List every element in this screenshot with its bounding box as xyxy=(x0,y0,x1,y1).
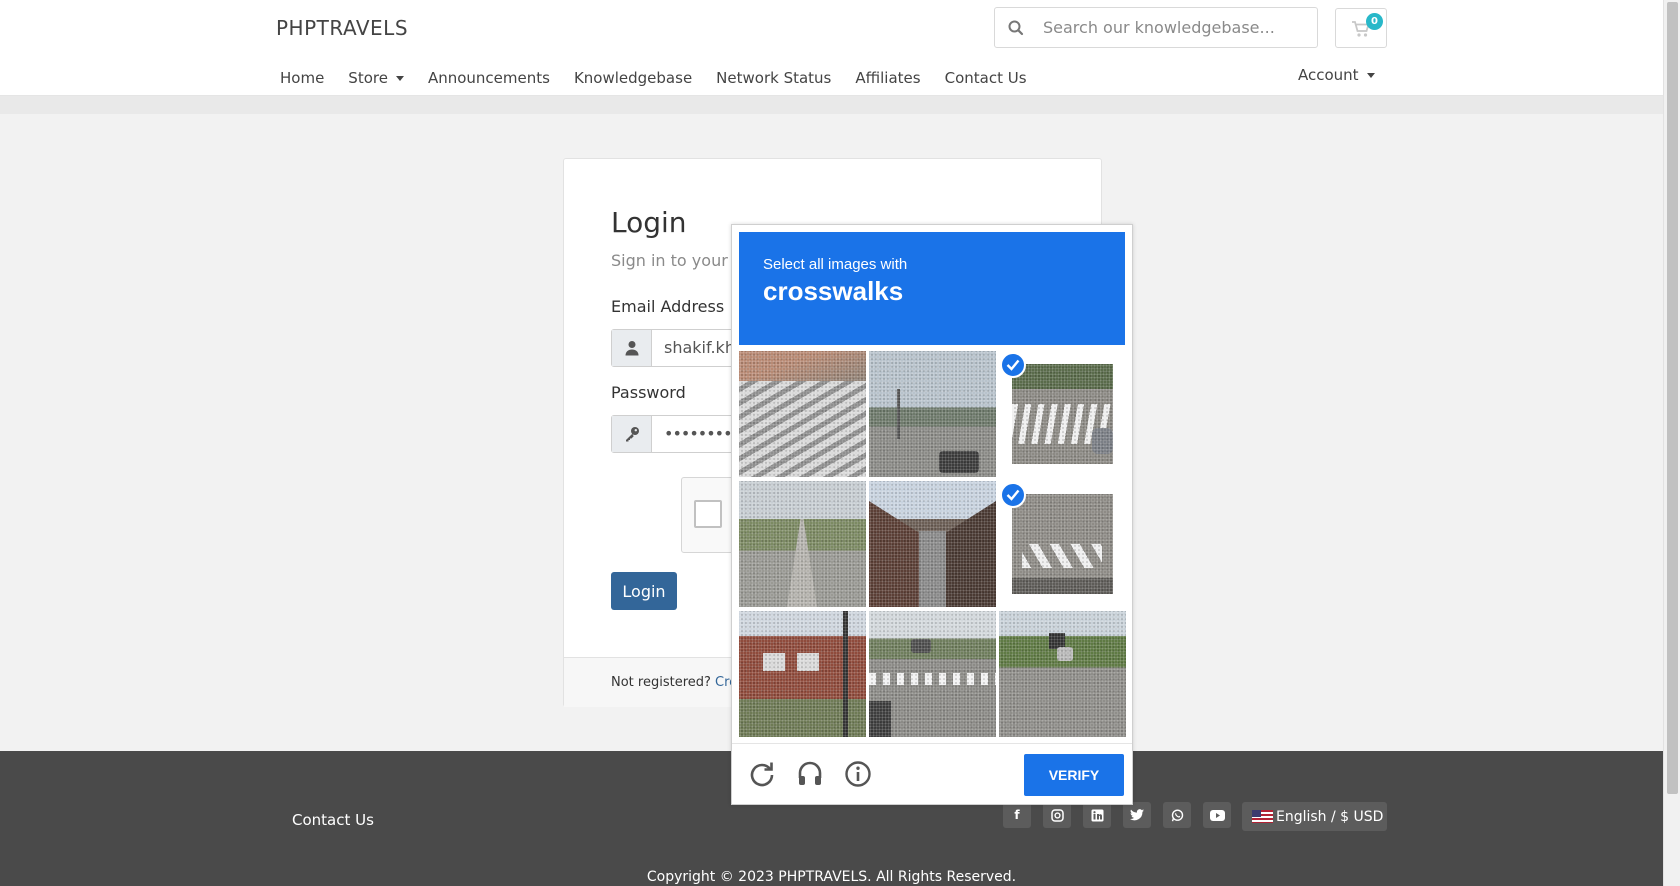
us-flag-icon xyxy=(1252,810,1273,823)
captcha-image-grid xyxy=(739,351,1126,737)
facebook-icon[interactable]: f xyxy=(1003,802,1031,828)
captcha-footer: VERIFY xyxy=(732,743,1132,805)
chevron-down-icon xyxy=(1366,72,1375,78)
password-addon xyxy=(612,416,652,452)
page-viewport: PHPTRAVELS 0 Home Store Announcements Kn… xyxy=(0,0,1663,886)
email-addon xyxy=(612,330,652,366)
info-icon[interactable] xyxy=(844,760,872,788)
brand-logo[interactable]: PHPTRAVELS xyxy=(276,16,408,40)
key-icon xyxy=(626,427,639,442)
nav-home[interactable]: Home xyxy=(280,66,324,90)
verify-button[interactable]: VERIFY xyxy=(1024,754,1124,796)
reload-icon[interactable] xyxy=(748,760,776,788)
captcha-header: Select all images with crosswalks xyxy=(739,232,1125,345)
chevron-down-icon xyxy=(395,75,404,81)
register-prompt: Not registered? Crea xyxy=(611,675,745,690)
nav-network-status[interactable]: Network Status xyxy=(716,66,831,90)
captcha-tile-2[interactable] xyxy=(869,351,996,477)
search-input[interactable] xyxy=(1043,8,1313,47)
recaptcha-checkbox[interactable] xyxy=(694,500,722,528)
captcha-tile-3[interactable] xyxy=(999,351,1126,477)
email-label: Email Address xyxy=(611,297,725,316)
scrollbar-thumb[interactable] xyxy=(1667,2,1678,794)
captcha-tile-5[interactable] xyxy=(869,481,996,607)
captcha-tile-9[interactable] xyxy=(999,611,1126,737)
captcha-challenge: Select all images with crosswalks VERIFY xyxy=(731,224,1133,805)
account-label: Account xyxy=(1298,66,1359,84)
email-value: shakif.kh xyxy=(664,338,735,357)
captcha-target: crosswalks xyxy=(763,276,904,306)
nav-store-label: Store xyxy=(348,69,388,87)
password-label: Password xyxy=(611,383,686,402)
captcha-tile-4[interactable] xyxy=(739,481,866,607)
captcha-instruction: Select all images with xyxy=(763,256,908,273)
instagram-icon[interactable] xyxy=(1043,802,1071,828)
language-label: English / $ USD xyxy=(1276,808,1384,825)
copyright-text: Copyright © 2023 PHPTRAVELS. All Rights … xyxy=(646,869,1017,885)
footer-contact-link[interactable]: Contact Us xyxy=(292,811,374,829)
captcha-tile-7[interactable] xyxy=(739,611,866,737)
youtube-icon[interactable] xyxy=(1203,802,1231,828)
cart-button[interactable]: 0 xyxy=(1335,8,1387,48)
cart-count-badge: 0 xyxy=(1366,13,1383,30)
nav-affiliates[interactable]: Affiliates xyxy=(855,66,920,90)
nav-store[interactable]: Store xyxy=(348,66,404,90)
language-currency-selector[interactable]: English / $ USD xyxy=(1242,802,1387,831)
selected-check-icon xyxy=(1000,352,1026,378)
audio-icon[interactable] xyxy=(796,760,824,788)
main-nav: Home Store Announcements Knowledgebase N… xyxy=(280,66,1051,90)
knowledgebase-search xyxy=(994,7,1318,48)
captcha-tile-8[interactable] xyxy=(869,611,996,737)
header-divider xyxy=(0,96,1663,114)
not-registered-text: Not registered? xyxy=(611,675,711,690)
search-icon xyxy=(1008,20,1024,36)
nav-announcements[interactable]: Announcements xyxy=(428,66,550,90)
top-navbar: PHPTRAVELS 0 Home Store Announcements Kn… xyxy=(0,0,1663,96)
nav-knowledgebase[interactable]: Knowledgebase xyxy=(574,66,692,90)
login-button[interactable]: Login xyxy=(611,572,677,610)
captcha-tile-6[interactable] xyxy=(999,481,1126,607)
login-subtitle: Sign in to your a xyxy=(611,251,743,270)
nav-contact-us[interactable]: Contact Us xyxy=(945,66,1027,90)
social-links: f xyxy=(1003,802,1243,828)
twitter-icon[interactable] xyxy=(1123,802,1151,828)
page-scrollbar[interactable] xyxy=(1663,0,1680,886)
user-icon xyxy=(625,341,639,356)
login-title: Login xyxy=(611,206,687,239)
account-menu[interactable]: Account xyxy=(1298,66,1375,84)
selected-check-icon xyxy=(1000,482,1026,508)
whatsapp-icon[interactable] xyxy=(1163,802,1191,828)
linkedin-icon[interactable] xyxy=(1083,802,1111,828)
captcha-tile-1[interactable] xyxy=(739,351,866,477)
